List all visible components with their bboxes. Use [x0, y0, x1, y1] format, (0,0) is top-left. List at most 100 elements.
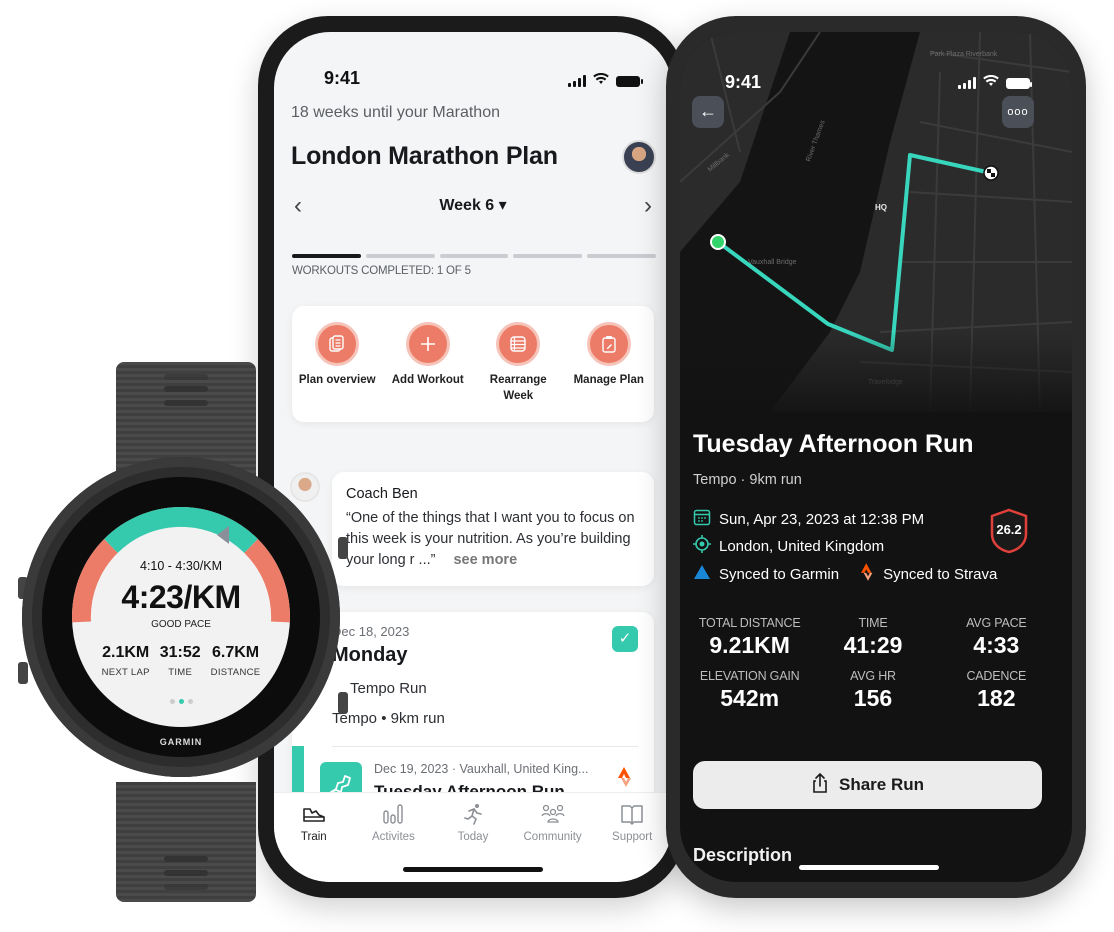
progress-segment: [439, 254, 509, 258]
book-icon: [597, 801, 667, 827]
wifi-icon: [593, 72, 609, 90]
location-target-icon: [693, 535, 711, 557]
divider: [332, 746, 638, 747]
watch-button-start[interactable]: [338, 537, 348, 559]
watch-button-down[interactable]: [18, 662, 28, 684]
activity-meta: Dec 19, 2023 · Vauxhall, United King...: [374, 762, 589, 776]
watch-stat: 6.7KM DISTANCE: [211, 644, 261, 678]
map-label: Park Plaza Riverbank: [930, 51, 998, 58]
strava-icon: [861, 562, 875, 586]
run-stat-label: TIME: [858, 616, 888, 630]
run-stat: AVG HR 156: [811, 669, 934, 712]
progress-segment: [587, 254, 656, 258]
progress-segment: [365, 254, 435, 258]
coach-message: “One of the things that I want you to fo…: [346, 508, 640, 571]
manage-plan-button[interactable]: Manage Plan: [569, 322, 649, 422]
coach-name: Coach Ben: [346, 486, 418, 502]
watch-stat-label: TIME: [168, 667, 193, 678]
watch-stat-label: DISTANCE: [210, 667, 261, 678]
run-stat-value: 156: [853, 685, 893, 711]
community-icon: [518, 801, 588, 827]
run-stat-label: AVG PACE: [966, 616, 1027, 630]
workouts-completed-label: WORKOUTS COMPLETED: 1 OF 5: [292, 265, 471, 277]
page-dot: [169, 699, 175, 704]
watch-stat: 2.1KM NEXT LAP: [102, 644, 150, 678]
signal-icon: [568, 75, 586, 87]
runner-icon: [438, 801, 508, 827]
user-avatar[interactable]: [622, 140, 656, 174]
run-stat-value: 182: [977, 685, 1016, 711]
watch-stat-value: 31:52: [159, 644, 201, 661]
see-more-link[interactable]: see more: [453, 552, 517, 568]
page-dot: [187, 699, 193, 704]
weeks-until-label: 18 weeks until your Marathon: [291, 104, 500, 121]
action-label: Add Workout: [391, 374, 464, 386]
route-start-marker: [710, 234, 726, 250]
arrow-left-icon: ←: [699, 101, 717, 121]
clipboard-edit-icon: [586, 322, 631, 366]
run-stat: TIME 41:29: [811, 616, 934, 659]
tab-label: Activites: [371, 831, 415, 843]
sync-garmin: Synced to Garmin: [719, 565, 840, 583]
map-label-hq: HQ: [875, 203, 887, 212]
tab-support[interactable]: Support: [597, 801, 667, 882]
watch-brand: GARMIN: [159, 737, 203, 747]
run-stat: TOTAL DISTANCE 9.21KM: [688, 616, 811, 659]
next-week-button[interactable]: ›: [644, 192, 652, 220]
workouts-progress: [292, 254, 656, 258]
current-pace: 4:23/KM: [121, 579, 241, 615]
watch-button-back[interactable]: [338, 692, 348, 714]
run-screen: Park Plaza Riverbank River Thames Millba…: [680, 32, 1072, 882]
run-stat-label: CADENCE: [966, 669, 1027, 683]
map-fade: [680, 332, 1072, 422]
completed-checkbox[interactable]: ✓: [612, 626, 638, 652]
watch-strap-bottom: [116, 782, 256, 902]
ellipsis-icon: ooo: [1007, 106, 1029, 118]
add-workout-button[interactable]: Add Workout: [388, 322, 468, 422]
sync-strava: Synced to Strava: [883, 565, 998, 583]
share-icon: [811, 772, 829, 799]
share-run-button[interactable]: Share Run: [693, 761, 1042, 809]
run-stats-grid: TOTAL DISTANCE 9.21KM TIME 41:29 AVG PACE 4:3…: [680, 616, 1072, 712]
run-stat: AVG PACE 4:33: [935, 616, 1058, 659]
run-location-row: London, United Kingdom: [693, 535, 884, 557]
home-indicator: [799, 865, 939, 870]
map-label: Vauxhall Bridge: [748, 259, 797, 266]
documents-icon: [315, 322, 360, 366]
status-time: 9:41: [324, 68, 361, 88]
action-label: Rearrange Week: [489, 374, 547, 402]
watch-stat: 31:52 TIME: [160, 644, 201, 678]
rearrange-week-button[interactable]: Rearrange Week: [478, 322, 558, 422]
watch-stats: 2.1KM NEXT LAP 31:52 TIME 6.7KM DISTANCE: [72, 644, 290, 678]
run-stat-label: TOTAL DISTANCE: [698, 616, 801, 630]
week-selector[interactable]: Week 6 ▾: [274, 195, 672, 215]
run-stat-value: 4:33: [973, 632, 1020, 658]
tab-label: Community: [523, 831, 582, 843]
coach-message-card[interactable]: Coach Ben “One of the things that I want…: [332, 472, 654, 586]
share-label: Share Run: [838, 775, 925, 794]
run-stat-label: AVG HR: [850, 669, 896, 683]
back-button[interactable]: ←: [692, 96, 724, 128]
badge-value: 26.2: [996, 522, 1022, 537]
run-location: London, United Kingdom: [719, 537, 885, 555]
marathon-badge: 26.2: [990, 508, 1028, 554]
run-datetime: Sun, Apr 23, 2023 at 12:38 PM: [719, 510, 925, 528]
run-phone: Park Plaza Riverbank River Thames Millba…: [666, 16, 1086, 898]
status-icons: [568, 72, 643, 90]
run-stat-label: ELEVATION GAIN: [699, 669, 800, 683]
marketing-composition: 9:41 18 weeks until your Marathon London…: [0, 0, 1114, 932]
battery-icon: [616, 75, 643, 87]
home-indicator: [403, 867, 543, 872]
battery-icon: [1006, 77, 1032, 89]
watch-bezel: 4:10 - 4:30/KM 4:23/KM GOOD PACE 2.1KM NE…: [42, 477, 320, 757]
garmin-icon: [693, 564, 711, 584]
description-heading: Description: [693, 845, 793, 865]
run-stat-value: 542m: [720, 685, 780, 711]
more-options-button[interactable]: ooo: [1002, 96, 1034, 128]
signal-icon: [958, 77, 976, 89]
tab-label: Today: [457, 831, 489, 843]
bar-chart-icon: [358, 801, 428, 827]
progress-segment: [292, 254, 361, 258]
calendar-icon: [693, 508, 711, 530]
sync-row: Synced to Garmin Synced to Strava: [693, 562, 997, 586]
